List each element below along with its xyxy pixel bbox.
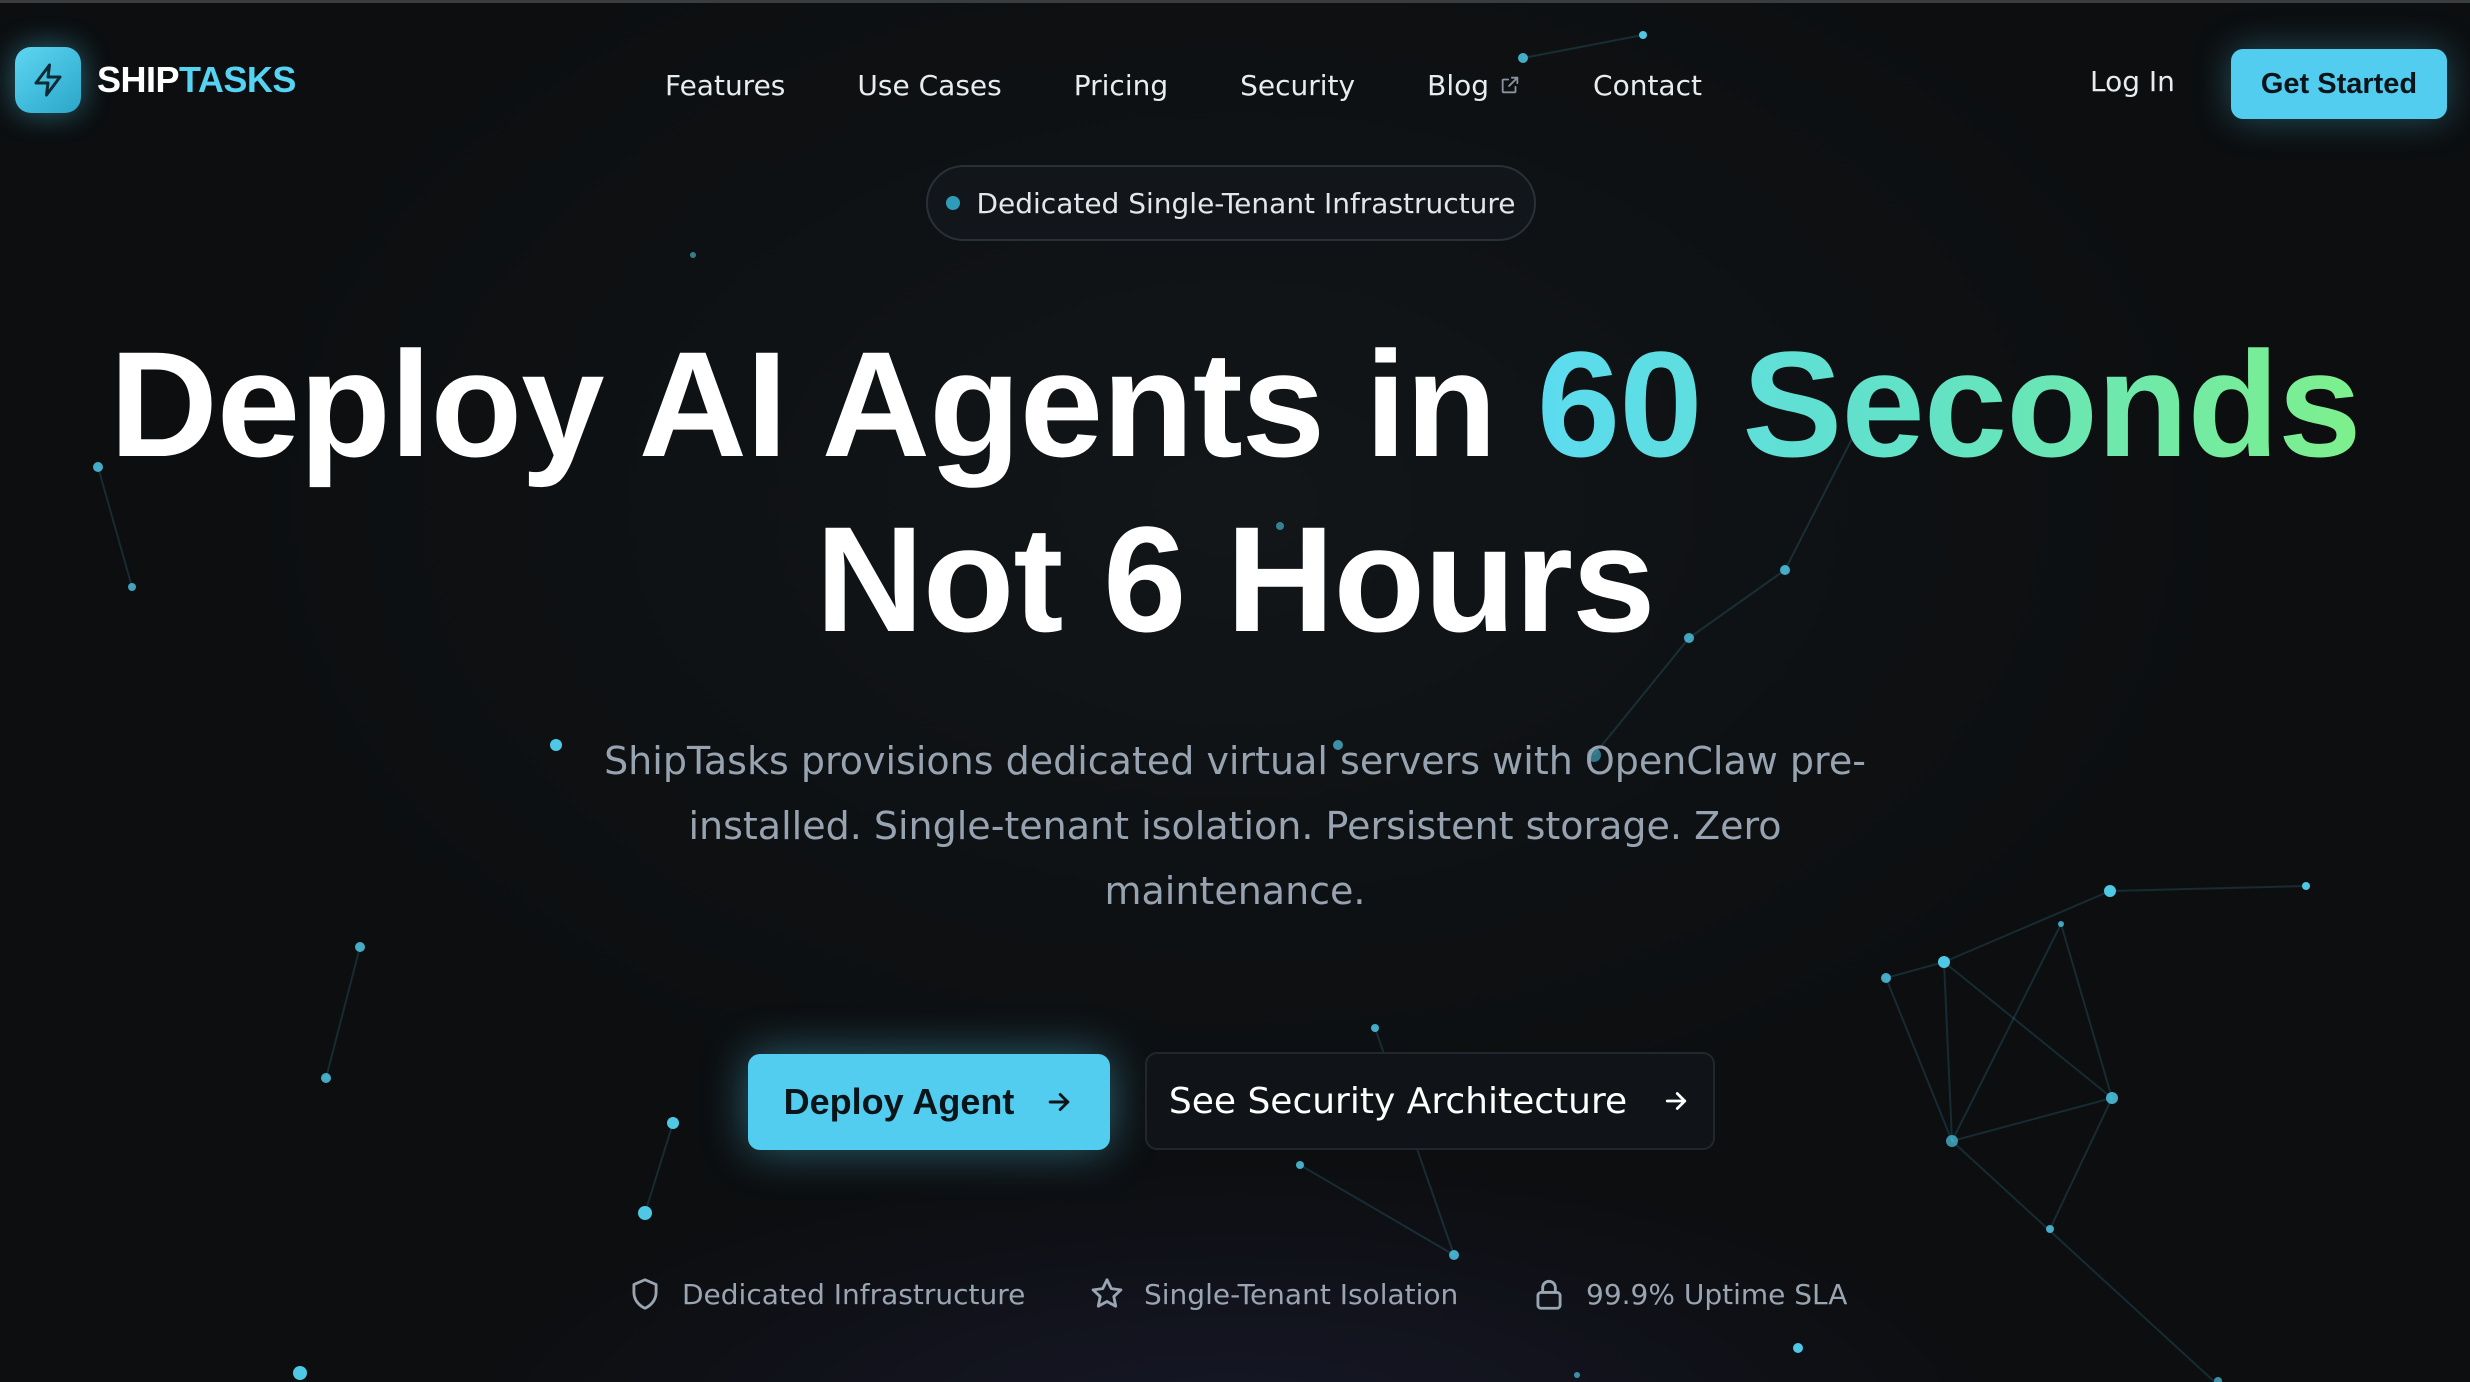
arrow-right-icon [1049,1093,1070,1111]
security-architecture-button[interactable]: See Security Architecture [1145,1052,1715,1150]
shield-icon [632,1278,658,1310]
nav-link-blog[interactable]: Blog [1427,69,1521,102]
trust-item-infrastructure: Dedicated Infrastructure [626,1275,1025,1313]
deploy-agent-label: Deploy Agent [783,1081,1015,1122]
trust-label: Dedicated Infrastructure [682,1277,1026,1311]
nav-link-pricing[interactable]: Pricing [1074,69,1168,102]
landing-page: SHIPTASKS Features Use Cases Pricing Sec… [0,0,2470,1382]
star-icon [1091,1278,1123,1308]
nav-link-use-cases[interactable]: Use Cases [857,69,1001,102]
top-navigation: SHIPTASKS Features Use Cases Pricing Sec… [0,3,2470,163]
nav-link-security[interactable]: Security [1240,69,1355,102]
trust-label: Single-Tenant Isolation [1144,1277,1459,1311]
arrow-right-icon [1666,1092,1687,1110]
trust-item-isolation: Single-Tenant Isolation [1088,1275,1458,1313]
hero-title-highlight: 60 Seconds [1536,320,2362,488]
hero-title-line-1: Deploy AI Agents in 60 Seconds [0,318,2470,491]
nav-link-features[interactable]: Features [665,69,785,102]
infrastructure-badge: Dedicated Single-Tenant Infrastructure [926,165,1536,241]
status-dot-icon [946,196,961,210]
lightning-bolt-icon [15,47,81,113]
trust-label: 99.9% Uptime SLA [1586,1277,1848,1311]
security-architecture-label: See Security Architecture [1168,1080,1628,1122]
hero-subtitle: ShipTasks provisions dedicated virtual s… [604,739,1866,913]
lock-icon [1536,1279,1562,1310]
badge-label: Dedicated Single-Tenant Infrastructure [976,186,1516,220]
hero-title-line-2: Not 6 Hours [815,495,1655,663]
external-link-icon [1501,76,1519,94]
brand-wordmark: SHIPTASKS [97,59,296,100]
nav-links: Features Use Cases Pricing Security Blog… [665,63,1702,107]
deploy-agent-button[interactable]: Deploy Agent [748,1054,1110,1150]
trust-item-uptime: 99.9% Uptime SLA [1530,1275,1847,1313]
nav-link-contact[interactable]: Contact [1593,69,1702,102]
hero-title-plain: Deploy AI Agents in [109,320,1537,488]
get-started-button[interactable]: Get Started [2231,49,2447,119]
login-link[interactable]: Log In [2090,65,2175,98]
brand-logo[interactable]: SHIPTASKS [15,47,296,113]
